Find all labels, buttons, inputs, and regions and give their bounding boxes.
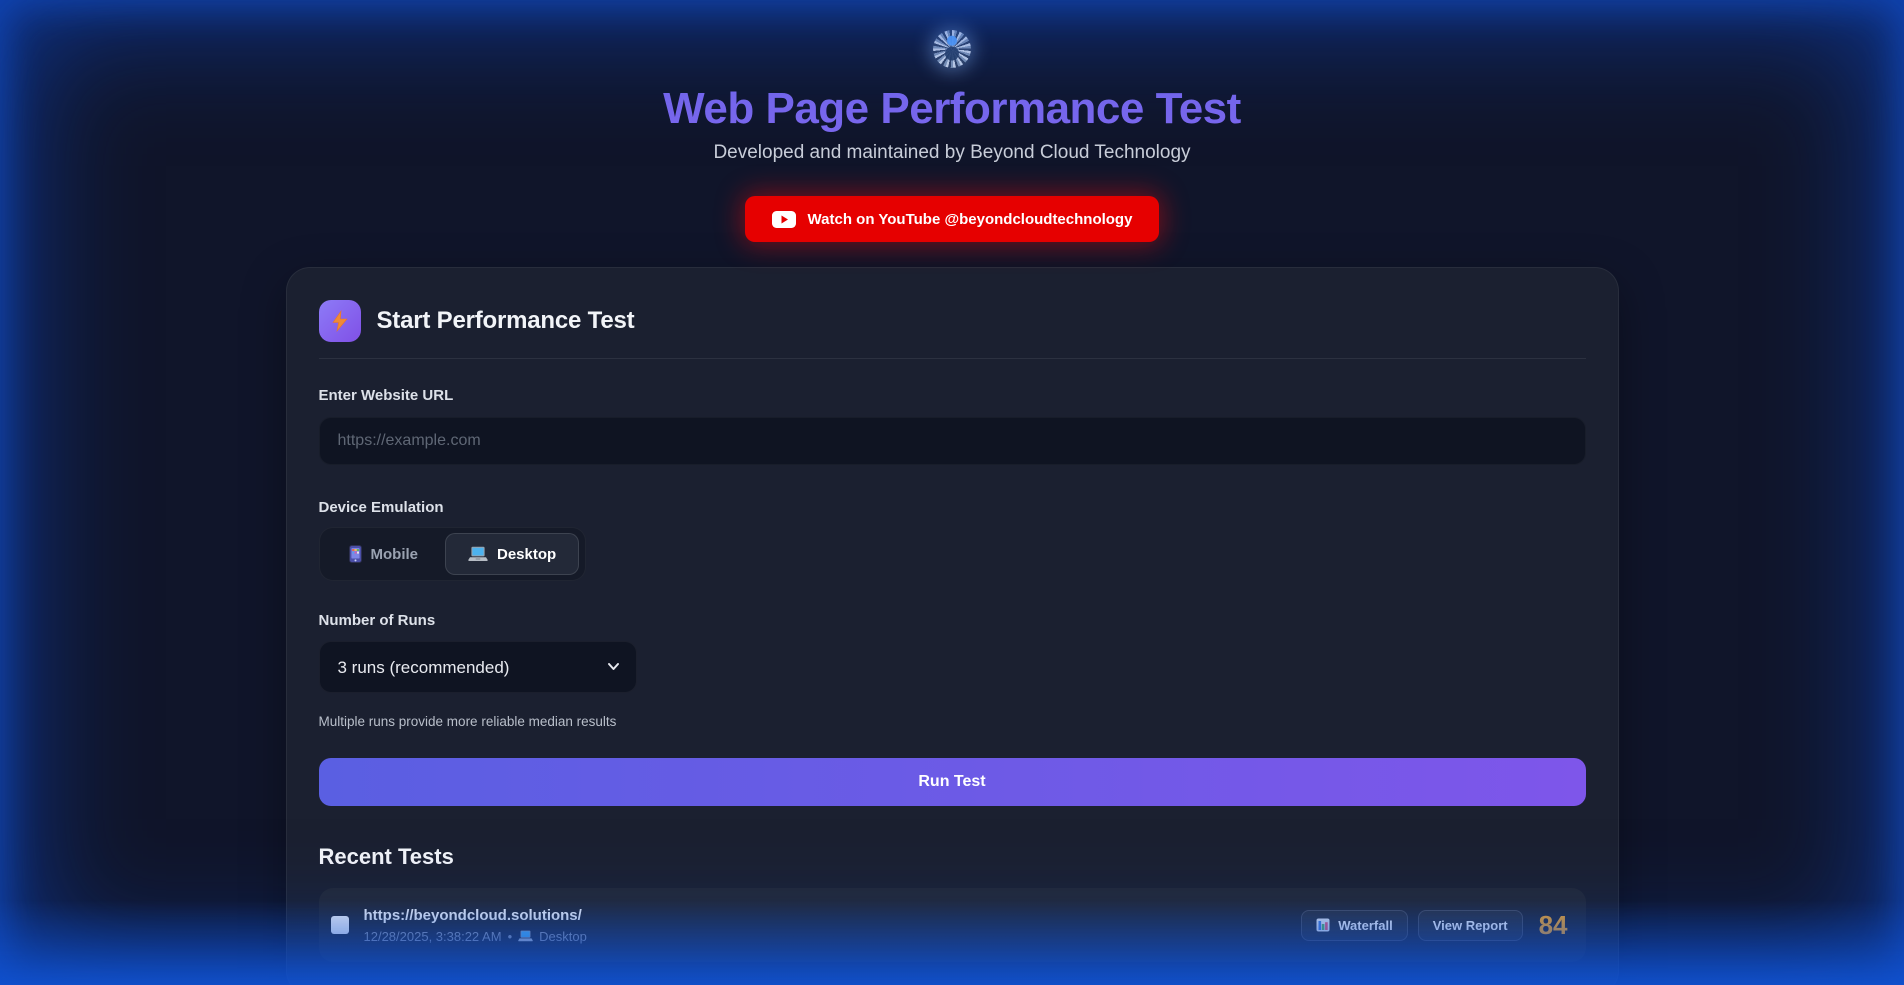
test-score: 84 — [1539, 910, 1568, 941]
runs-label: Number of Runs — [319, 612, 1586, 629]
run-test-button[interactable]: Run Test — [319, 758, 1586, 806]
runs-select-wrap: 3 runs (recommended) — [319, 641, 637, 693]
youtube-button-label: Watch on YouTube @beyondcloudtechnology — [808, 211, 1133, 228]
test-row-actions: Waterfall View Report 84 — [1301, 910, 1567, 941]
device-toggle-group: Mobile Desktop — [319, 527, 587, 581]
page-subtitle: Developed and maintained by Beyond Cloud… — [0, 142, 1904, 164]
test-info: https://beyondcloud.solutions/ 12/28/202… — [364, 907, 587, 944]
device-mobile-label: Mobile — [371, 546, 419, 563]
device-desktop-button[interactable]: Desktop — [445, 533, 579, 575]
view-report-button[interactable]: View Report — [1418, 910, 1523, 941]
device-mobile-button[interactable]: Mobile — [326, 533, 442, 575]
laptop-icon-small — [518, 930, 533, 942]
test-meta: 12/28/2025, 3:38:22 AM • Desktop — [364, 929, 587, 944]
youtube-button[interactable]: Watch on YouTube @beyondcloudtechnology — [745, 196, 1160, 242]
header-divider — [319, 358, 1586, 359]
card-header: Start Performance Test — [319, 300, 1586, 342]
waterfall-button-label: Waterfall — [1338, 918, 1392, 933]
youtube-icon — [772, 211, 796, 228]
runs-select[interactable]: 3 runs (recommended) — [319, 641, 637, 693]
waterfall-button[interactable]: Waterfall — [1301, 910, 1407, 941]
test-device: Desktop — [539, 929, 587, 944]
performance-test-card: Start Performance Test Enter Website URL… — [286, 267, 1619, 985]
url-label: Enter Website URL — [319, 387, 1586, 404]
page: Web Page Performance Test Developed and … — [0, 0, 1904, 985]
test-url: https://beyondcloud.solutions/ — [364, 907, 587, 924]
recent-tests-heading: Recent Tests — [319, 844, 1586, 870]
hero-header: Web Page Performance Test Developed and … — [0, 30, 1904, 242]
mobile-icon — [349, 545, 362, 563]
test-row-left: https://beyondcloud.solutions/ 12/28/202… — [331, 907, 587, 944]
meta-bullet: • — [508, 929, 513, 944]
bar-chart-icon — [1316, 918, 1330, 932]
laptop-icon — [468, 546, 488, 562]
device-emulation-label: Device Emulation — [319, 499, 1586, 516]
test-checkbox[interactable] — [331, 916, 349, 934]
lightning-icon — [319, 300, 361, 342]
device-desktop-label: Desktop — [497, 546, 556, 563]
page-title: Web Page Performance Test — [0, 84, 1904, 134]
test-timestamp: 12/28/2025, 3:38:22 AM — [364, 929, 502, 944]
runs-hint: Multiple runs provide more reliable medi… — [319, 714, 1586, 729]
recent-test-row: https://beyondcloud.solutions/ 12/28/202… — [319, 888, 1586, 962]
app-logo — [933, 30, 971, 68]
card-title: Start Performance Test — [377, 307, 635, 335]
url-input[interactable] — [319, 417, 1586, 465]
